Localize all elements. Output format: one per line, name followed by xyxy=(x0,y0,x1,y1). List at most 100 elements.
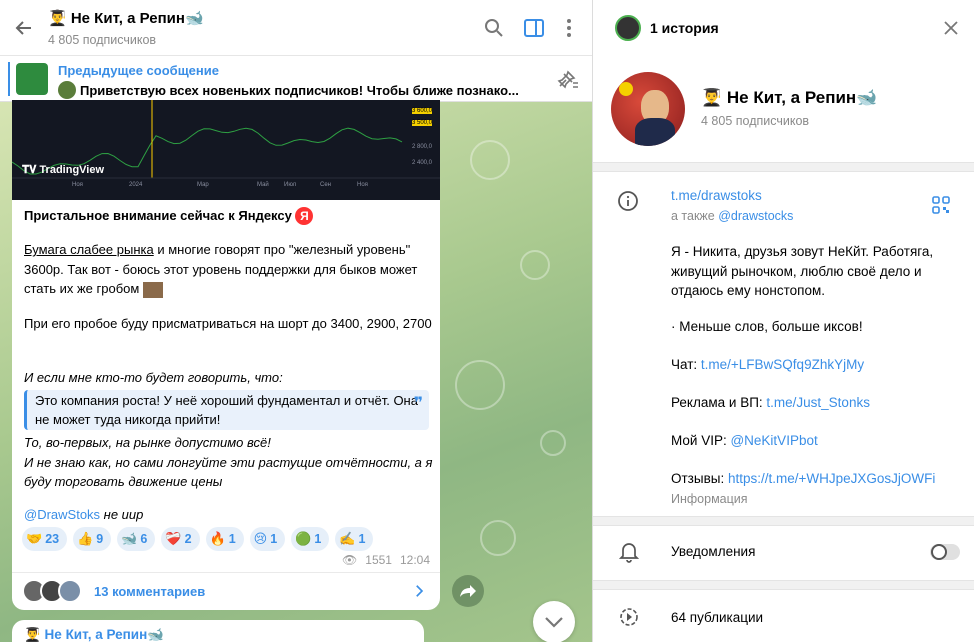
publications-icon xyxy=(620,608,638,626)
channel-avatar[interactable] xyxy=(611,72,685,146)
publications-count[interactable]: 64 публикации xyxy=(671,610,763,625)
reaction-emoji-icon: 👍 xyxy=(77,531,94,546)
reaction-count: 1 xyxy=(314,532,322,546)
reviews-label: Отзывы: xyxy=(671,471,728,486)
message-time: 12:04 xyxy=(399,553,430,567)
quote-icon: ❞ xyxy=(413,395,423,412)
next-message-bubble: 👨‍🎓 Не Кит, а Репин🐋 xyxy=(12,620,424,642)
bio-tagline: · Меньше слов, больше иксов! xyxy=(671,319,863,334)
reaction-chip[interactable]: ❤️‍🩹 2 xyxy=(161,527,200,551)
reaction-emoji-icon: 🐋 xyxy=(121,531,138,546)
comments-button[interactable]: 13 комментариев xyxy=(12,572,440,610)
reaction-chip[interactable]: 😢 1 xyxy=(249,527,286,551)
pinned-thumbnail xyxy=(16,63,48,95)
pinned-message-bar[interactable]: Предыдущее сообщение Приветствую всех но… xyxy=(0,56,592,102)
chat-title[interactable]: 👨‍🎓 Не Кит, а Репин🐋 xyxy=(48,9,204,27)
message-heading: Пристальное внимание сейчас к Яндексу Я xyxy=(24,206,434,226)
reaction-emoji-icon: 🤝 xyxy=(26,531,43,546)
story-avatar[interactable] xyxy=(615,15,641,41)
heading-text: Пристальное внимание сейчас к Яндексу xyxy=(24,208,292,223)
ads-link[interactable]: t.me/Just_Stonks xyxy=(766,395,870,410)
reaction-chip[interactable]: 🟢 1 xyxy=(291,527,330,551)
chat-link-row: Чат: t.me/+LFBwSQfq9ZhkYjMy xyxy=(671,356,864,375)
info-icon xyxy=(618,191,638,211)
also-link-row: а также @drawstocks xyxy=(671,208,793,226)
reaction-count: 6 xyxy=(140,532,148,546)
chat-label: Чат: xyxy=(671,357,701,372)
x-tick: Май xyxy=(257,182,269,188)
chart-image[interactable]: 𝐓𝐕 TradingView 3 600,0 3 500,0 2 800,0 2… xyxy=(12,100,440,200)
toggle-knob xyxy=(931,544,947,560)
next-message-sender[interactable]: 👨‍🎓 Не Кит, а Репин🐋 xyxy=(24,627,164,642)
reaction-chip[interactable]: ✍️ 1 xyxy=(335,527,374,551)
x-tick: Ноя xyxy=(72,182,83,188)
reaction-chip[interactable]: 🤝 23 xyxy=(22,527,68,551)
more-menu-icon[interactable] xyxy=(557,16,581,40)
profile-header: 1 история xyxy=(593,0,974,56)
chevron-right-icon xyxy=(416,585,424,597)
yandex-icon: Я xyxy=(295,207,314,225)
channel-subscribers: 4 805 подписчиков xyxy=(701,114,810,128)
also-prefix: а также xyxy=(671,209,719,223)
y-tick: 2 800,0 xyxy=(412,144,433,150)
reaction-emoji-icon: 😢 xyxy=(253,531,268,546)
reaction-count: 9 xyxy=(96,532,104,546)
reaction-count: 1 xyxy=(228,532,236,546)
pinned-mini-avatar xyxy=(58,81,76,99)
message-bubble: 𝐓𝐕 TradingView 3 600,0 3 500,0 2 800,0 2… xyxy=(12,100,440,610)
section-divider xyxy=(593,162,974,172)
pinned-title: Предыдущее сообщение xyxy=(58,63,219,78)
also-link[interactable]: @drawstocks xyxy=(718,209,793,223)
message-italic-1: И если мне кто-то будет говорить, что: xyxy=(24,370,283,385)
vip-link[interactable]: @NeKitVIPbot xyxy=(730,433,817,448)
channel-link[interactable]: t.me/drawstoks xyxy=(671,187,762,206)
coffin-emoji-icon xyxy=(142,281,163,298)
reactions-row: 🤝 23 👍 9 🐋 6 ❤️‍🩹 2 🔥 1 😢 1 🟢 1 ✍️ 1 xyxy=(22,527,374,551)
pinned-list-icon[interactable] xyxy=(556,68,580,92)
scroll-down-button[interactable] xyxy=(533,601,575,642)
commenter-avatar xyxy=(58,579,82,603)
y-tick: 2 400,0 xyxy=(412,160,433,166)
message-paragraph-1: Бумага слабее рынка и многие говорят про… xyxy=(24,240,434,299)
x-tick: 2024 xyxy=(129,182,143,188)
italic-2-line-1: То, во-первых, на рынке допустимо всё! xyxy=(24,435,271,450)
reviews-link[interactable]: https://t.me/+WHJpeJXGosJjOWFi xyxy=(728,471,935,486)
reaction-chip[interactable]: 🔥 1 xyxy=(205,527,244,551)
channel-name: 👨‍🎓 Не Кит, а Репин🐋 xyxy=(701,88,878,107)
chat-link[interactable]: t.me/+LFBwSQfq9ZhkYjMy xyxy=(701,357,864,372)
message-meta: 👁 1551 12:04 xyxy=(342,553,430,567)
notifications-toggle[interactable] xyxy=(930,544,960,560)
chat-header: 👨‍🎓 Не Кит, а Репин🐋 4 805 подписчиков xyxy=(0,0,592,56)
views-icon: 👁 xyxy=(342,553,358,567)
ads-link-row: Реклама и ВП: t.me/Just_Stonks xyxy=(671,394,870,413)
reaction-count: 1 xyxy=(270,532,278,546)
pinned-indicator xyxy=(8,62,10,96)
reaction-emoji-icon: 🟢 xyxy=(295,531,312,546)
qr-code-icon[interactable] xyxy=(932,196,950,214)
section-divider xyxy=(593,580,974,590)
sidebar-toggle-icon[interactable] xyxy=(522,16,546,40)
section-divider xyxy=(593,516,974,526)
underlined-phrase[interactable]: Бумага слабее рынка xyxy=(24,242,154,257)
share-button[interactable] xyxy=(452,575,484,607)
reaction-chip[interactable]: 🐋 6 xyxy=(117,527,156,551)
reaction-emoji-icon: 🔥 xyxy=(209,531,226,546)
search-icon[interactable] xyxy=(482,16,506,40)
stories-count[interactable]: 1 история xyxy=(650,20,719,36)
message-italic-2: То, во-первых, на рынке допустимо всё! И… xyxy=(24,433,434,492)
x-tick: Ноя xyxy=(357,182,368,188)
reaction-count: 23 xyxy=(45,532,60,546)
signature-text: не иир xyxy=(100,507,144,522)
close-icon[interactable] xyxy=(941,18,961,38)
signature-link[interactable]: @DrawStoks xyxy=(24,507,100,522)
reaction-chip[interactable]: 👍 9 xyxy=(73,527,112,551)
quote-text: Это компания роста! У неё хороший фундам… xyxy=(35,393,418,427)
tradingview-watermark: 𝐓𝐕 TradingView xyxy=(22,164,105,176)
profile-pane: 1 история 👨‍🎓 Не Кит, а Репин🐋 4 805 под… xyxy=(592,0,974,642)
tradingview-label: TradingView xyxy=(39,164,105,176)
pinned-text: Приветствую всех новеньких подписчиков! … xyxy=(58,81,519,99)
comments-count: 13 комментариев xyxy=(94,584,206,599)
x-tick: Сен xyxy=(320,182,331,188)
x-tick: Июл xyxy=(284,182,297,188)
back-arrow-icon[interactable] xyxy=(12,16,36,40)
